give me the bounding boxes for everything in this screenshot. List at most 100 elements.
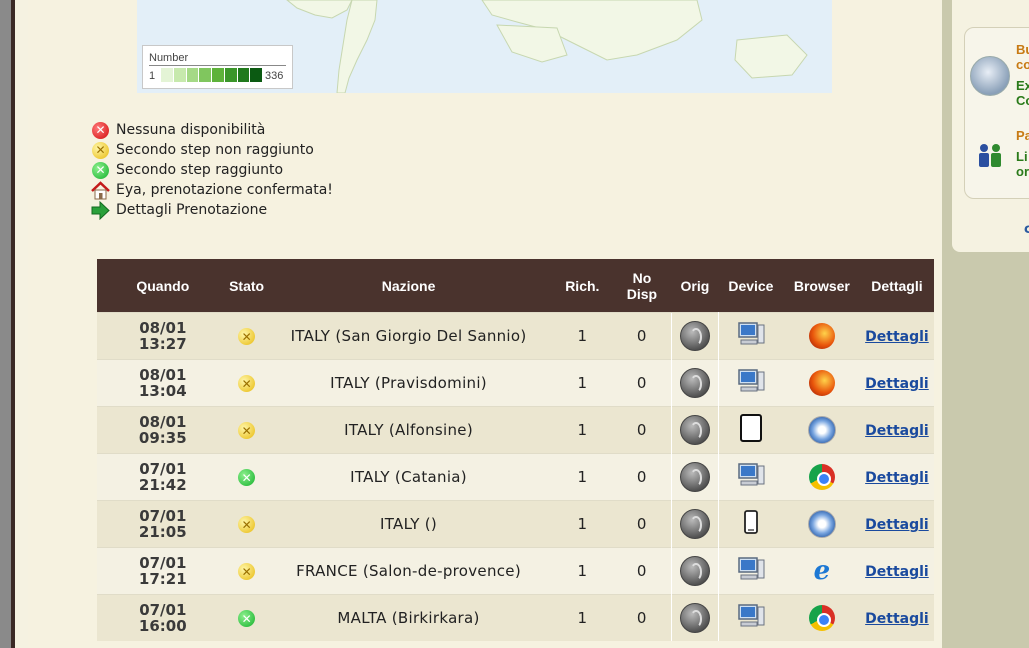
details-link[interactable]: Dettagli — [865, 611, 929, 627]
desktop-icon — [737, 462, 765, 492]
table-row: 08/01 09:35 ✕ ITALY (Alfonsine) 1 0 Dettagli — [97, 406, 934, 454]
col-details[interactable]: Dettagli — [859, 259, 934, 313]
col-not-available-line2: Disp — [626, 285, 658, 302]
cell-when: 07/01 21:05 — [97, 500, 229, 548]
details-link[interactable]: Dettagli — [865, 376, 929, 392]
origin-icon — [679, 462, 710, 492]
cell-when: 07/01 16:00 — [97, 594, 229, 641]
legend-scale-swatch — [224, 68, 238, 82]
sidebar-item-1-title-2[interactable]: co — [1016, 57, 1029, 72]
cell-time: 21:42 — [138, 476, 187, 494]
cell-details: Dettagli — [859, 359, 934, 407]
table-row: 07/01 17:21 ✕ FRANCE (Salon-de-provence) 1 0 e… — [97, 547, 934, 595]
sidebar-item-2-text-2[interactable]: or — [1016, 164, 1029, 179]
origin-icon — [679, 603, 710, 633]
sidebar-item-2-title[interactable]: Pa — [1016, 128, 1029, 143]
cell-status: ✕ — [228, 500, 265, 548]
legend-label: Dettagli Prenotazione — [116, 202, 268, 218]
cell-details: Dettagli — [859, 547, 934, 595]
chrome-icon — [808, 464, 835, 490]
col-nation[interactable]: Nazione — [264, 259, 553, 313]
house-icon — [91, 180, 110, 200]
ie-icon: e — [813, 556, 831, 586]
details-link[interactable]: Dettagli — [865, 423, 929, 439]
cell-browser: e — [783, 547, 860, 595]
cell-when: 08/01 13:27 — [97, 312, 229, 360]
col-device[interactable]: Device — [718, 259, 784, 313]
yellow-x-icon: ✕ — [238, 328, 256, 346]
desktop-icon — [737, 321, 765, 351]
sidebar-item-1-text-2[interactable]: Co — [1016, 93, 1029, 108]
yellow-x-icon: ✕ — [91, 141, 110, 160]
cell-status: ✕ — [228, 594, 265, 641]
cell-details: Dettagli — [859, 594, 934, 641]
legend-label: Eya, prenotazione confermata! — [116, 182, 333, 198]
sidebar-item-2-text-1[interactable]: Li — [1016, 149, 1028, 164]
legend-label: Secondo step non raggiunto — [116, 142, 314, 158]
cell-orig — [671, 547, 719, 595]
cell-browser — [783, 594, 860, 641]
details-link[interactable]: Dettagli — [865, 470, 929, 486]
map-legend-divider — [149, 65, 286, 66]
legend-scale-swatch — [161, 68, 174, 82]
cell-time: 21:05 — [138, 523, 187, 541]
yellow-x-icon: ✕ — [238, 516, 256, 534]
details-link[interactable]: Dettagli — [865, 517, 929, 533]
yellow-x-icon: ✕ — [238, 375, 256, 393]
cell-not-available: 0 — [612, 453, 672, 501]
cell-browser — [783, 500, 860, 548]
origin-icon — [679, 321, 710, 351]
sidebar-item-1-text-1[interactable]: Ex — [1016, 78, 1029, 93]
cell-nation: ITALY () — [264, 500, 553, 548]
cell-details: Dettagli — [859, 406, 934, 454]
arrow-right-icon — [91, 200, 110, 220]
col-when[interactable]: Quando — [97, 259, 229, 313]
col-not-available[interactable]: No Disp — [612, 259, 672, 313]
col-requests[interactable]: Rich. — [552, 259, 613, 313]
world-map[interactable]: Number 1 336 — [137, 0, 832, 93]
map-legend-max: 336 — [265, 70, 284, 82]
cell-not-available: 0 — [612, 312, 672, 360]
cell-requests: 1 — [552, 312, 613, 360]
details-link[interactable]: Dettagli — [865, 329, 929, 345]
cell-status: ✕ — [228, 547, 265, 595]
col-orig[interactable]: Orig — [671, 259, 719, 313]
cell-status: ✕ — [228, 406, 265, 454]
sidebar-link-fragment[interactable]: c — [1024, 222, 1029, 237]
cell-when: 08/01 09:35 — [97, 406, 229, 454]
cell-status: ✕ — [228, 359, 265, 407]
desktop-icon — [737, 603, 765, 633]
sidebar-item-2-icon[interactable] — [975, 142, 1005, 168]
map-legend-min: 1 — [149, 70, 156, 82]
legend-label: Nessuna disponibilità — [116, 122, 266, 138]
sidebar-item-1-icon[interactable] — [970, 56, 1010, 96]
cell-device — [718, 453, 784, 501]
cell-not-available: 0 — [612, 594, 672, 641]
reservations-table: Quando Stato Nazione Rich. No Disp Orig D… — [97, 259, 934, 641]
cell-nation: ITALY (Pravisdomini) — [264, 359, 553, 407]
cell-orig — [671, 312, 719, 360]
cell-time: 13:04 — [138, 382, 187, 400]
cell-browser — [783, 453, 860, 501]
cell-nation: MALTA (Birkirkara) — [264, 594, 553, 641]
cell-orig — [671, 406, 719, 454]
cell-details: Dettagli — [859, 453, 934, 501]
origin-icon — [679, 415, 710, 445]
col-browser[interactable]: Browser — [783, 259, 860, 313]
table-row: 07/01 16:00 ✕ MALTA (Birkirkara) 1 0 Dettagli — [97, 594, 934, 641]
cell-not-available: 0 — [612, 359, 672, 407]
cell-browser — [783, 359, 860, 407]
origin-icon — [679, 509, 710, 539]
map-legend-scale — [161, 68, 263, 82]
cell-requests: 1 — [552, 547, 613, 595]
sidebar-item-1-title-1[interactable]: Bu — [1016, 42, 1029, 57]
col-not-available-line1: No — [632, 269, 652, 286]
legend-item-step-not-reached: ✕ Secondo step non raggiunto — [91, 140, 333, 160]
cell-status: ✕ — [228, 312, 265, 360]
desktop-icon — [737, 368, 765, 398]
table-row: 08/01 13:04 ✕ ITALY (Pravisdomini) 1 0 Dettagl… — [97, 359, 934, 407]
details-link[interactable]: Dettagli — [865, 564, 929, 580]
window-left-strip — [0, 0, 11, 648]
col-status[interactable]: Stato — [228, 259, 265, 313]
map-legend: Number 1 336 — [142, 45, 293, 89]
